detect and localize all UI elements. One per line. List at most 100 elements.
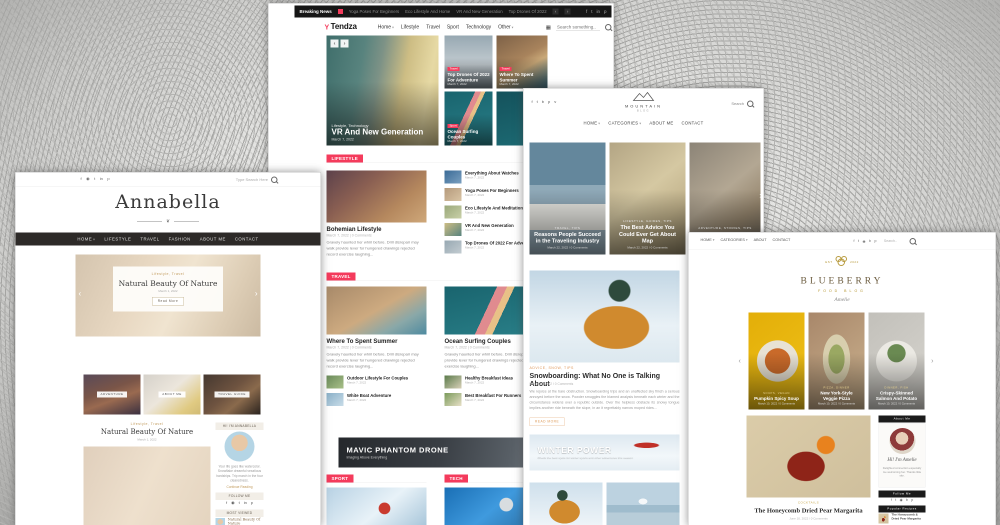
search-icon[interactable] xyxy=(747,101,754,108)
post-card[interactable]: TRAVEL, TIPS Reasons People Succeed in t… xyxy=(530,143,606,255)
post-title[interactable]: Yoga Poses For Beginners xyxy=(465,188,519,193)
post-thumb[interactable] xyxy=(445,393,462,406)
post-title[interactable]: The Honeycomb Dried Pear Margarita xyxy=(747,507,871,515)
post-title[interactable]: Bohemian Lifestyle xyxy=(327,226,427,233)
slider-next-icon[interactable]: › xyxy=(255,290,258,299)
facebook-icon[interactable]: f xyxy=(891,498,892,502)
post-category[interactable]: ADVICE, SNOW, TIPS xyxy=(530,367,574,371)
search-icon[interactable] xyxy=(271,177,278,184)
post-thumb[interactable] xyxy=(879,514,889,524)
post-thumb[interactable] xyxy=(445,206,462,219)
nav-lifestyle[interactable]: LIFESTYLE xyxy=(104,237,131,242)
nav-contact[interactable]: CONTACT xyxy=(773,238,791,243)
nav-about[interactable]: ABOUT xyxy=(754,238,767,243)
post-title[interactable]: Crispy-Skinned Salmon And Potato xyxy=(873,390,921,401)
nav-categories[interactable]: CATEGORIES▾ xyxy=(721,238,748,243)
read-more-button[interactable]: Read More xyxy=(152,297,184,306)
post-title[interactable]: Where To Spent Summer xyxy=(327,338,427,345)
post-title[interactable]: New York-Style Veggie Pizza xyxy=(813,390,861,401)
post-category[interactable]: ADVENTURE, STORIES, TIPS xyxy=(694,227,757,230)
twitter-icon[interactable]: t xyxy=(591,9,592,14)
nav-home[interactable]: Home▾ xyxy=(378,24,394,30)
pinterest-icon[interactable]: p xyxy=(604,9,607,14)
post-category[interactable]: Travel xyxy=(448,67,460,71)
post-thumb[interactable] xyxy=(445,188,462,201)
post-title[interactable]: VR And New Generation xyxy=(332,128,435,137)
slider-prev-icon[interactable]: ‹ xyxy=(331,40,339,48)
slider-prev-icon[interactable]: ‹ xyxy=(525,192,528,201)
linkedin-icon[interactable]: in xyxy=(596,9,600,14)
slider-prev-icon[interactable]: ‹ xyxy=(79,290,82,299)
post-title[interactable]: Eco Lifestyle And Meditation xyxy=(465,206,523,211)
mountain-logo[interactable]: MOUNTAIN BLOG xyxy=(524,92,764,113)
nav-lifestyle[interactable]: Lifestyle xyxy=(401,24,419,30)
post-image[interactable] xyxy=(84,447,211,525)
search-label[interactable]: Search.. xyxy=(884,240,897,244)
facebook-icon[interactable]: f xyxy=(226,501,227,506)
behance-icon[interactable]: b xyxy=(906,498,908,502)
list-item[interactable]: Natural Beauty Of Nature March 1, 2022 xyxy=(216,518,264,525)
slider-prev-icon[interactable]: ‹ xyxy=(739,357,741,365)
ticker-prev-icon[interactable]: ‹ xyxy=(553,9,559,15)
ticker-item[interactable]: Eco Lifestyle And Home xyxy=(405,9,450,14)
category-card[interactable]: ABOUT ME xyxy=(144,375,201,415)
category-label[interactable]: ADVENTURE xyxy=(97,392,127,398)
search-input[interactable] xyxy=(556,24,600,31)
post-category[interactable]: Travel xyxy=(500,67,512,71)
nav-sport[interactable]: Sport xyxy=(447,24,459,30)
continue-reading-link[interactable]: Continue Reading xyxy=(216,486,264,490)
hero-tile[interactable]: Travel Top Drones Of 2022 For Adventure … xyxy=(445,36,493,89)
post-thumb[interactable] xyxy=(327,376,344,389)
post-title[interactable]: Everything About Watches xyxy=(465,171,519,176)
instagram-icon[interactable]: ◉ xyxy=(231,501,234,506)
recipe-card[interactable]: PIZZA, DINNER New York-Style Veggie Pizz… xyxy=(809,313,865,410)
nav-about-me[interactable]: ABOUT ME xyxy=(200,237,226,242)
section-badge[interactable]: Travel xyxy=(327,273,356,281)
post-title[interactable]: Ocean Surfing Couples xyxy=(448,129,491,140)
post-title[interactable]: Healthy Breakfast Ideas xyxy=(465,376,513,381)
post-title[interactable]: White Boat Adventure xyxy=(347,393,391,398)
post-category[interactable]: DINNER, FISH xyxy=(873,386,921,389)
post-title[interactable]: Top Drones Of 2022 For Adventure xyxy=(448,72,491,83)
post-category[interactable]: LIFESTYLE, GUIDES, TIPS xyxy=(614,220,682,223)
recipe-card[interactable]: DINNER, FISH Crispy-Skinned Salmon And P… xyxy=(869,313,925,410)
recipe-card[interactable]: SOUPS, VEGAN Pumpkin Spicy Soup March 10… xyxy=(749,313,805,410)
behance-icon[interactable]: b xyxy=(869,240,871,244)
nav-technology[interactable]: Technology xyxy=(466,24,491,30)
hero-tile[interactable]: Travel Where To Spent Summer March 7, 20… xyxy=(497,36,548,89)
post-category[interactable]: Lifestyle, Travel xyxy=(84,423,211,427)
linkedin-icon[interactable]: in xyxy=(244,501,247,506)
facebook-icon[interactable]: f xyxy=(586,9,587,14)
post-title[interactable]: Natural Beauty Of Nature xyxy=(118,279,218,288)
post-title[interactable]: Best Breakfast For Runners xyxy=(465,393,521,398)
ticker-item[interactable]: Yoga Poses For Beginners xyxy=(349,9,399,14)
post-title[interactable]: The Honeycomb & Dried Pear Margarita xyxy=(892,514,926,522)
hero-slider[interactable]: ‹ › Lifestyle, Travel Natural Beauty Of … xyxy=(76,255,261,337)
facebook-icon[interactable]: f xyxy=(81,177,82,182)
pinterest-icon[interactable]: p xyxy=(911,498,913,502)
list-item[interactable]: White Boat AdventureMarch 7, 2022 xyxy=(327,393,427,406)
section-badge[interactable]: Sport xyxy=(327,475,354,483)
post-title[interactable]: VR And New Generation xyxy=(465,223,514,228)
nav-fashion[interactable]: FASHION xyxy=(169,237,191,242)
post-thumb[interactable] xyxy=(327,393,344,406)
post-category[interactable]: COCKTAILS xyxy=(747,502,871,505)
search-icon[interactable] xyxy=(909,238,916,245)
post-title[interactable]: The Best Advice You Could Ever Get About… xyxy=(614,224,682,245)
post-thumb[interactable] xyxy=(445,223,462,236)
nav-other[interactable]: Other▾ xyxy=(498,24,513,30)
post-image[interactable] xyxy=(607,483,680,525)
hero-tile[interactable]: Sport Ocean Surfing Couples March 7, 202… xyxy=(445,92,493,146)
post-card[interactable]: LIFESTYLE, GUIDES, TIPS The Best Advice … xyxy=(610,143,686,255)
nav-home[interactable]: HOME▾ xyxy=(701,238,715,243)
instagram-icon[interactable]: ◉ xyxy=(862,239,865,243)
nav-travel[interactable]: Travel xyxy=(426,24,440,30)
ticker-item[interactable]: VR And New Generation xyxy=(456,9,502,14)
section-badge[interactable]: Lifestyle xyxy=(327,155,364,163)
twitter-icon[interactable]: t xyxy=(858,240,859,244)
category-label[interactable]: TRAVEL GUIDE xyxy=(215,392,250,398)
twitter-icon[interactable]: t xyxy=(239,501,240,506)
post-thumb[interactable] xyxy=(445,241,462,254)
post-title[interactable]: Reasons People Succeed in the Traveling … xyxy=(534,231,602,245)
post-category[interactable]: SOUPS, VEGAN xyxy=(753,392,801,395)
